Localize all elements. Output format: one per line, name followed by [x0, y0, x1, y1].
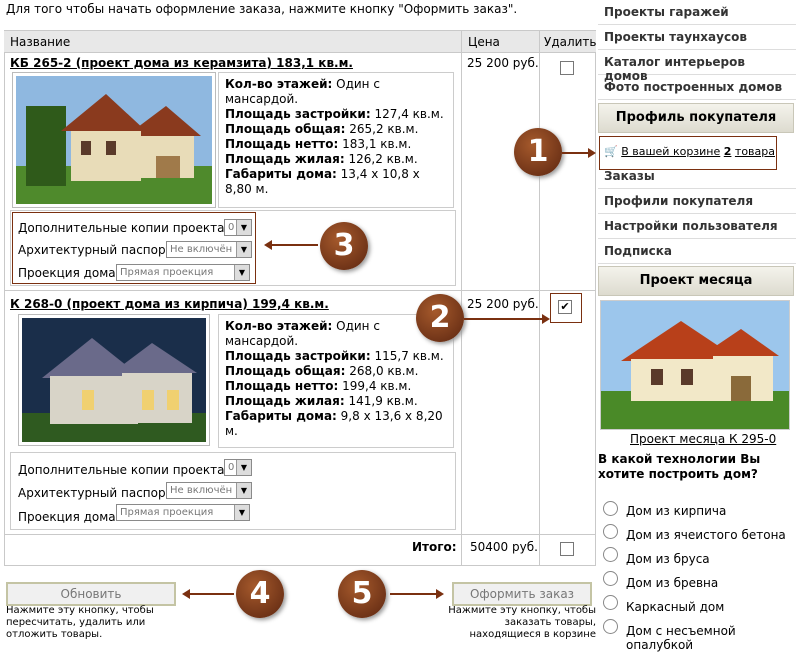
cart-link[interactable]: 🛒 В вашей корзине 2 товара	[604, 145, 775, 158]
poll-option-label: Дом из бруса	[626, 552, 710, 566]
table-header	[4, 31, 596, 53]
delete-all-checkbox[interactable]	[560, 542, 574, 556]
product-specs: Кол-во этажей: Один с мансардой. Площадь…	[218, 314, 454, 448]
poll-radio[interactable]	[603, 547, 618, 562]
total-value: 50400 руб.	[470, 540, 538, 554]
product-price: 25 200 руб.	[467, 297, 539, 311]
callout-badge: 5	[338, 570, 386, 618]
spec-row: Площадь жилая: 141,9 кв.м.	[225, 394, 418, 408]
checkout-hint: Нажмите эту кнопку, чтобы заказать товар…	[448, 605, 596, 640]
house-photo-icon	[601, 301, 789, 429]
poll-option-label: Дом из ячеистого бетона	[626, 528, 786, 542]
spec-row: Площадь застройки: 115,7 кв.м.	[225, 349, 444, 363]
spec-row: Площадь жилая: 126,2 кв.м.	[225, 152, 418, 166]
poll-option-label: Каркасный дом	[626, 600, 725, 614]
sidebar-item-profiles[interactable]: Профили покупателя	[598, 189, 796, 214]
sidebar-item-interiors[interactable]: Каталог интерьеров домов	[598, 50, 796, 83]
col-name-header: Название	[10, 35, 71, 49]
sidebar-item-orders[interactable]: Заказы	[598, 164, 796, 189]
spec-row: Площадь застройки: 127,4 кв.м.	[225, 107, 444, 121]
option-label: Проекция дома:	[18, 266, 120, 280]
option-label: Архитектурный паспорт:	[18, 486, 177, 500]
house-photo-icon	[16, 76, 212, 204]
copies-select[interactable]: 0 ▼	[224, 459, 252, 476]
option-label: Дополнительные копии проекта:	[18, 221, 229, 235]
callout-badge: 1	[514, 128, 562, 176]
spec-row: Площадь нетто: 199,4 кв.м.	[225, 379, 412, 393]
update-hint: Нажмите эту кнопку, чтобы пересчитать, у…	[6, 605, 154, 640]
callout-badge: 2	[416, 294, 464, 342]
col-price-header: Цена	[468, 35, 500, 49]
callout-badge: 3	[320, 222, 368, 270]
poll-radio[interactable]	[603, 595, 618, 610]
update-button[interactable]: Обновить	[6, 582, 176, 606]
projection-select[interactable]: Прямая проекция ▼	[116, 504, 250, 521]
cart-icon: 🛒	[604, 145, 618, 158]
passport-select[interactable]: Не включён ▼	[166, 482, 252, 499]
spec-row: Габариты дома: 13,4 x 10,8 x 8,80 м.	[225, 167, 420, 196]
option-label: Проекция дома:	[18, 510, 120, 524]
delete-checkbox[interactable]	[560, 61, 574, 75]
callout-badge: 4	[236, 570, 284, 618]
house-photo-icon	[22, 318, 206, 442]
poll-radio[interactable]	[603, 619, 618, 634]
month-header: Проект месяца	[598, 266, 794, 296]
profile-header: Профиль покупателя	[598, 103, 794, 133]
callout-arrow	[182, 589, 234, 599]
total-label: Итого:	[412, 540, 457, 554]
poll-radio[interactable]	[603, 571, 618, 586]
spec-row: Кол-во этажей: Один с мансардой.	[225, 77, 380, 106]
cart-link-suffix: товара	[734, 145, 776, 158]
spec-row: Площадь общая: 268,0 кв.м.	[225, 364, 419, 378]
callout-arrow	[264, 240, 318, 250]
copies-select[interactable]: 0 ▼	[224, 219, 252, 236]
product-thumbnail[interactable]	[18, 314, 210, 446]
callout-arrow	[562, 148, 596, 158]
product-thumbnail[interactable]	[12, 72, 216, 208]
product-price: 25 200 руб.	[467, 56, 539, 70]
poll-radio[interactable]	[603, 524, 618, 539]
poll-option-label: Дом из кирпича	[626, 504, 727, 518]
product-title-link[interactable]: КБ 265-2 (проект дома из керамзита) 183,…	[10, 56, 353, 70]
option-label: Дополнительные копии проекта:	[18, 463, 229, 477]
intro-text: Для того чтобы начать оформление заказа,…	[6, 2, 518, 16]
product-specs: Кол-во этажей: Один с мансардой. Площадь…	[218, 72, 454, 208]
poll-radio[interactable]	[603, 501, 618, 516]
passport-select[interactable]: Не включён ▼	[166, 241, 252, 258]
option-label: Архитектурный паспорт:	[18, 243, 177, 257]
spec-row: Кол-во этажей: Один с мансардой.	[225, 319, 380, 348]
checkout-button[interactable]: Оформить заказ	[452, 582, 592, 606]
projection-select[interactable]: Прямая проекция ▼	[116, 264, 250, 281]
sidebar-item-photos[interactable]: Фото построенных домов	[598, 75, 796, 100]
poll-question: В какой технологии Вы хотите построить д…	[598, 452, 761, 481]
month-project-photo[interactable]	[600, 300, 790, 430]
poll-option-label: Дом из бревна	[626, 576, 719, 590]
cart-count: 2	[723, 145, 732, 158]
sidebar-item-settings[interactable]: Настройки пользователя	[598, 214, 796, 239]
sidebar-item-subscription[interactable]: Подписка	[598, 239, 796, 264]
month-project-link[interactable]: Проект месяца К 295-0	[630, 432, 776, 446]
sidebar-item-townhouses[interactable]: Проекты таунхаусов	[598, 25, 796, 50]
cart-link-text: В вашей корзине	[621, 145, 721, 158]
spec-row: Габариты дома: 9,8 x 13,6 x 8,20 м.	[225, 409, 443, 438]
callout-arrow	[390, 589, 444, 599]
delete-checkbox-checked[interactable]: ✔	[558, 300, 572, 314]
col-delete-header: Удалить	[544, 35, 597, 49]
product-title-link[interactable]: К 268-0 (проект дома из кирпича) 199,4 к…	[10, 297, 329, 311]
spec-row: Площадь нетто: 183,1 кв.м.	[225, 137, 412, 151]
spec-row: Площадь общая: 265,2 кв.м.	[225, 122, 419, 136]
poll-option-label: Дом с несъемной опалубкой	[626, 624, 736, 652]
sidebar-item-garages[interactable]: Проекты гаражей	[598, 0, 796, 25]
callout-arrow	[464, 314, 550, 324]
